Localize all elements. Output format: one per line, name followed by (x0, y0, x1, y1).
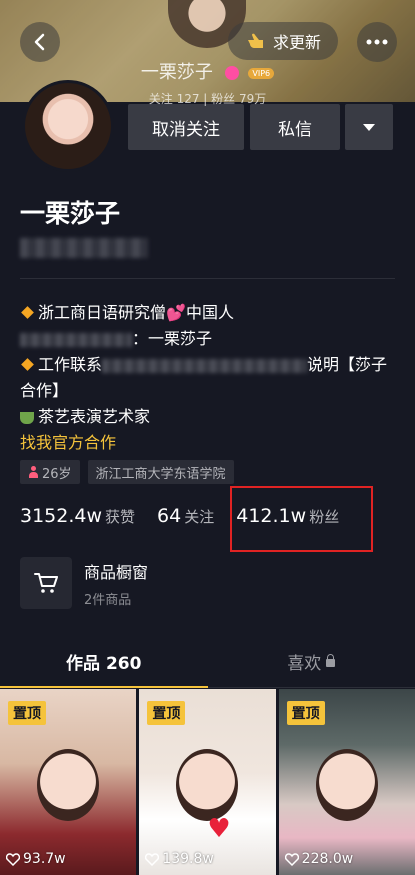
bio-text: 说明【莎子 (307, 355, 388, 374)
gender-badge-icon (224, 66, 239, 80)
shop-icon-box (20, 557, 72, 609)
video-likes-count: 139.8w (162, 851, 214, 867)
shopping-cart-icon (34, 573, 58, 593)
shop-window[interactable]: 商品橱窗 2件商品 (20, 557, 148, 609)
shop-subtitle: 2件商品 (84, 592, 132, 608)
request-update-button[interactable]: 求更新 (228, 22, 338, 60)
tea-cup-icon (20, 411, 34, 424)
back-button[interactable] (20, 22, 60, 62)
profile-avatar[interactable] (22, 80, 114, 172)
official-cooperation-link[interactable]: 找我官方合作 (20, 430, 400, 456)
video-thumbnail[interactable]: ♥ 置顶 139.8w (139, 689, 276, 875)
pinned-badge: 置顶 (147, 701, 186, 725)
stat-label: 关注 (184, 508, 215, 526)
age-tag: 26岁 (20, 460, 80, 484)
lock-icon (326, 653, 336, 667)
tab-likes[interactable]: 喜欢 (208, 636, 415, 687)
caret-down-icon (363, 123, 375, 131)
school-tag: 浙江工商大学东语学院 (87, 460, 234, 484)
thumbnail-image (37, 749, 100, 821)
divider (20, 278, 395, 279)
stat-value: 3152.4w (20, 505, 103, 527)
pinned-badge: 置顶 (8, 701, 46, 725)
diamond-icon (21, 306, 34, 319)
tab-likes-label: 喜欢 (287, 654, 322, 674)
chevron-left-icon (34, 33, 45, 51)
hand-point-icon (247, 33, 263, 48)
bio-text: 浙工商日语研究僧 (38, 303, 167, 322)
stat-value: 64 (157, 505, 182, 527)
profile-tags: 26岁 浙江工商大学东语学院 (20, 460, 234, 484)
video-thumbnail[interactable]: 置顶 93.7w (0, 689, 137, 875)
recommend-dropdown-button[interactable] (345, 104, 393, 150)
diamond-icon (21, 358, 34, 371)
video-likes-count: 93.7w (23, 851, 66, 867)
bio-line-2: ：一栗莎子 (20, 326, 400, 352)
more-button[interactable] (357, 22, 397, 62)
blurred-text (20, 332, 132, 347)
heart-outline-icon (6, 852, 20, 866)
video-grid: 置顶 93.7w ♥ 置顶 139.8w 置顶 228.0w (0, 689, 415, 875)
stat-label: 获赞 (105, 508, 136, 526)
banner-name-text: 一栗莎子 (140, 62, 213, 83)
hearts-emoji-icon: 💕 (166, 303, 186, 322)
likes-stat: 3152.4w 获赞 (20, 505, 135, 527)
content-tabs: 作品 260 喜欢 (0, 636, 415, 688)
bio-text: 茶艺表演艺术家 (38, 407, 151, 426)
blurred-text (102, 358, 308, 373)
age-tag-label: 26岁 (42, 466, 72, 482)
request-update-label: 求更新 (272, 33, 321, 52)
shop-title: 商品橱窗 (84, 562, 149, 582)
bio-text: 中国人 (185, 303, 234, 322)
bio-line-3: 工作联系 说明【莎子 (20, 352, 400, 378)
heart-outline-icon (284, 852, 299, 866)
bio-text: 工作联系 (38, 355, 103, 374)
blurred-account-id (20, 238, 148, 258)
vip-badge: VIP6 (248, 67, 275, 79)
bio-line-1: 浙工商日语研究僧💕中国人 (20, 300, 400, 326)
bio-text: ：一栗莎子 (132, 329, 213, 348)
following-stat[interactable]: 64 关注 (157, 505, 214, 527)
bio-line-5: 茶艺表演艺术家 (20, 404, 400, 430)
more-dots-icon (366, 39, 388, 45)
message-button[interactable]: 私信 (250, 104, 340, 150)
profile-name: 一栗莎子 (20, 199, 121, 228)
followers-highlight-box (230, 486, 373, 552)
video-likes: 228.0w (284, 851, 354, 867)
video-likes: 93.7w (6, 851, 66, 867)
heart-sticker-icon: ♥ (207, 814, 231, 844)
unfollow-button[interactable]: 取消关注 (128, 104, 244, 150)
video-thumbnail[interactable]: 置顶 228.0w (278, 689, 415, 875)
tab-works[interactable]: 作品 260 (0, 636, 208, 688)
pinned-badge: 置顶 (286, 701, 325, 725)
video-likes: 139.8w (145, 851, 214, 867)
female-icon (28, 466, 39, 478)
profile-bio: 浙工商日语研究僧💕中国人 ：一栗莎子 工作联系 说明【莎子 合作】 茶艺表演艺术家… (20, 300, 400, 456)
tab-works-label: 作品 260 (66, 654, 142, 674)
video-likes-count: 228.0w (301, 851, 354, 867)
bio-line-4: 合作】 (20, 381, 69, 400)
thumbnail-image (176, 749, 239, 821)
thumbnail-image (315, 749, 378, 821)
heart-outline-icon (145, 852, 160, 866)
